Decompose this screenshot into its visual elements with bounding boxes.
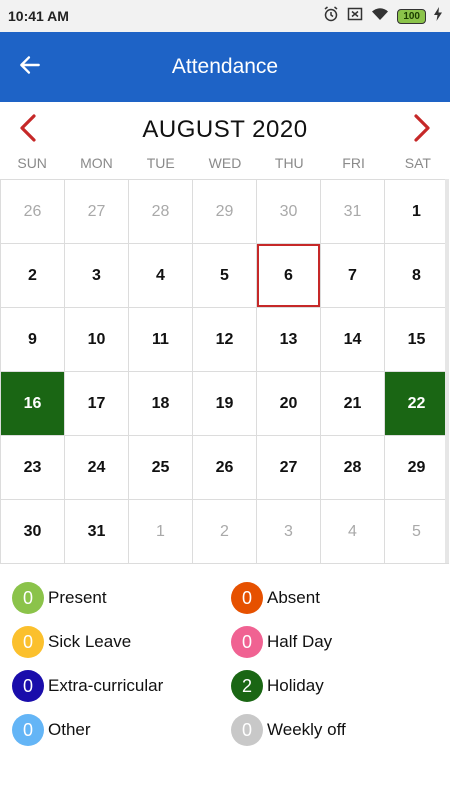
calendar-day[interactable]: 28 xyxy=(321,436,385,500)
legend-label: Half Day xyxy=(267,632,333,651)
calendar-day[interactable]: 12 xyxy=(193,308,257,372)
back-arrow-icon xyxy=(17,52,43,83)
weekday-header: SUN MON TUE WED THU FRI SAT xyxy=(0,152,450,176)
calendar-day[interactable]: 24 xyxy=(65,436,129,500)
calendar-day[interactable]: 17 xyxy=(65,372,129,436)
calendar-day[interactable]: 29 xyxy=(193,180,257,244)
calendar-day[interactable]: 30 xyxy=(257,180,321,244)
battery-icon: 100 xyxy=(397,8,426,24)
calendar-day[interactable]: 25 xyxy=(129,436,193,500)
legend-count-badge: 0 xyxy=(12,626,44,658)
calendar-day[interactable]: 31 xyxy=(321,180,385,244)
calendar-day[interactable]: 7 xyxy=(321,244,385,308)
calendar-day[interactable]: 30 xyxy=(1,500,65,564)
legend-count-badge: 0 xyxy=(231,582,263,614)
calendar-day[interactable]: 31 xyxy=(65,500,129,564)
legend-label: Holiday xyxy=(267,676,324,695)
charging-icon xyxy=(434,6,442,26)
calendar-day[interactable]: 1 xyxy=(129,500,193,564)
month-header: AUGUST 2020 xyxy=(0,108,450,152)
calendar-day[interactable]: 26 xyxy=(193,436,257,500)
scrollbar[interactable] xyxy=(445,179,449,563)
status-icons: 100 xyxy=(323,5,442,27)
calendar-day[interactable]: 28 xyxy=(129,180,193,244)
notification-off-icon xyxy=(347,6,363,27)
alarm-icon xyxy=(323,5,339,27)
calendar-day[interactable]: 27 xyxy=(65,180,129,244)
weekday-sun: SUN xyxy=(17,155,47,171)
weekday-thu: THU xyxy=(274,155,304,171)
legend-label: Absent xyxy=(267,588,320,607)
chevron-right-icon xyxy=(411,113,433,148)
legend-label: Present xyxy=(48,588,107,607)
legend-item: 0 Absent xyxy=(231,576,441,620)
calendar-day[interactable]: 21 xyxy=(321,372,385,436)
app-bar: Attendance xyxy=(0,32,450,102)
calendar-day[interactable]: 19 xyxy=(193,372,257,436)
calendar-day[interactable]: 1 xyxy=(385,180,449,244)
legend-item: 0 Sick Leave xyxy=(12,620,231,664)
calendar-day-selected[interactable]: 6 xyxy=(257,244,321,308)
calendar-grid: 26 27 28 29 30 31 1 2 3 4 5 6 7 8 9 10 11 12 13 14 15 16 17 18 1… xyxy=(0,179,449,564)
calendar-day[interactable]: 29 xyxy=(385,436,449,500)
status-time: 10:41 AM xyxy=(8,8,69,24)
calendar-day[interactable]: 27 xyxy=(257,436,321,500)
legend-count-badge: 0 xyxy=(231,626,263,658)
weekday-sat: SAT xyxy=(404,155,431,171)
legend-label: Extra-curricular xyxy=(48,676,164,695)
legend-label: Sick Leave xyxy=(48,632,132,651)
wifi-icon xyxy=(371,6,389,27)
calendar-day[interactable]: 5 xyxy=(385,500,449,564)
calendar-day[interactable]: 15 xyxy=(385,308,449,372)
next-month-button[interactable] xyxy=(404,112,440,148)
weekday-fri: FRI xyxy=(342,155,365,171)
weekday-mon: MON xyxy=(80,155,113,171)
month-title: AUGUST 2020 xyxy=(142,116,308,143)
back-button[interactable] xyxy=(12,49,48,85)
legend-item: 0 Other xyxy=(12,708,231,752)
calendar-day[interactable]: 13 xyxy=(257,308,321,372)
calendar-day[interactable]: 3 xyxy=(65,244,129,308)
calendar-day-holiday[interactable]: 16 xyxy=(1,372,65,436)
calendar-day[interactable]: 23 xyxy=(1,436,65,500)
attendance-legend: 0 Present 0 Absent 0 Sick Leave 0 Half Day 0 Extr… xyxy=(12,576,442,752)
legend-item: 2 Holiday xyxy=(231,664,441,708)
legend-item: 0 Present xyxy=(12,576,231,620)
legend-count-badge: 0 xyxy=(12,670,44,702)
legend-item: 0 Extra-curricular xyxy=(12,664,231,708)
calendar-day[interactable]: 8 xyxy=(385,244,449,308)
calendar-day[interactable]: 2 xyxy=(193,500,257,564)
legend-count-badge: 0 xyxy=(12,582,44,614)
page-title: Attendance xyxy=(171,55,279,78)
legend-item: 0 Weekly off xyxy=(231,708,441,752)
legend-count-badge: 2 xyxy=(231,670,263,702)
status-bar: 10:41 AM 100 xyxy=(0,0,450,32)
legend-count-badge: 0 xyxy=(231,714,263,746)
calendar-day[interactable]: 11 xyxy=(129,308,193,372)
calendar-day[interactable]: 18 xyxy=(129,372,193,436)
calendar-day[interactable]: 26 xyxy=(1,180,65,244)
weekday-wed: WED xyxy=(208,155,242,171)
legend-count-badge: 0 xyxy=(12,714,44,746)
legend-label: Other xyxy=(48,720,91,739)
calendar-day[interactable]: 20 xyxy=(257,372,321,436)
calendar-day[interactable]: 5 xyxy=(193,244,257,308)
calendar-day-holiday[interactable]: 22 xyxy=(385,372,449,436)
chevron-left-icon xyxy=(17,113,39,148)
prev-month-button[interactable] xyxy=(10,112,46,148)
calendar-day[interactable]: 9 xyxy=(1,308,65,372)
weekday-tue: TUE xyxy=(146,155,175,171)
calendar-day[interactable]: 14 xyxy=(321,308,385,372)
calendar-day[interactable]: 2 xyxy=(1,244,65,308)
legend-item: 0 Half Day xyxy=(231,620,441,664)
calendar-day[interactable]: 4 xyxy=(129,244,193,308)
calendar-day[interactable]: 10 xyxy=(65,308,129,372)
calendar-day[interactable]: 3 xyxy=(257,500,321,564)
legend-label: Weekly off xyxy=(267,720,346,739)
calendar-day[interactable]: 4 xyxy=(321,500,385,564)
